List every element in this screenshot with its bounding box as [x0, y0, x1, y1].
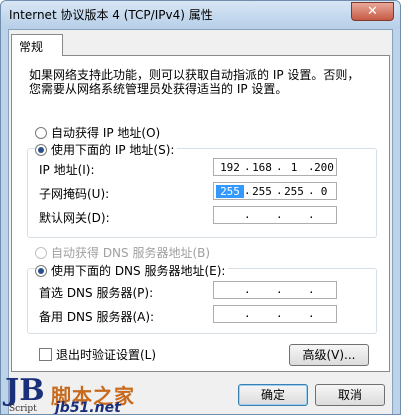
- manual-dns-radio[interactable]: 使用下面的 DNS 服务器地址(E):: [35, 262, 229, 279]
- properties-dialog: Internet 协议版本 4 (TCP/IPv4) 属性 ✕ 常规 如果网络支…: [0, 0, 401, 415]
- advanced-button[interactable]: 高级(V)...: [289, 344, 369, 366]
- auto-dns-label: 自动获得 DNS 服务器地址(B): [51, 246, 211, 260]
- preferred-dns-label: 首选 DNS 服务器(P):: [39, 286, 154, 300]
- validate-on-exit-label: 退出时验证设置(L): [56, 348, 157, 362]
- radio-circle: [35, 247, 47, 259]
- subnet-mask-label: 子网掩码(U):: [39, 187, 110, 201]
- ip-octet-2[interactable]: 168: [248, 161, 276, 174]
- ip-address-label: IP 地址(I):: [39, 163, 95, 177]
- octet-dot: .: [276, 283, 283, 296]
- radio-circle-selected: [35, 144, 47, 156]
- auto-dns-radio[interactable]: 自动获得 DNS 服务器地址(B): [35, 244, 210, 261]
- validate-on-exit-checkbox[interactable]: 退出时验证设置(L): [39, 346, 156, 363]
- watermark-url: jb51.net: [55, 400, 121, 415]
- ok-button[interactable]: 确定: [238, 384, 308, 406]
- ip-octet-1[interactable]: 192: [216, 161, 244, 174]
- alternate-dns-input[interactable]: . . .: [213, 305, 337, 323]
- ip-octet-3[interactable]: 1: [280, 161, 308, 174]
- intro-line-1: 如果网络支持此功能，则可以获取自动指派的 IP 设置。否则，: [29, 68, 360, 82]
- site-watermark: JB Script 脚本之家 jb51.net: [1, 374, 171, 415]
- octet-dot: .: [308, 208, 315, 221]
- intro-text: 如果网络支持此功能，则可以获取自动指派的 IP 设置。否则， 您需要从网络系统管…: [29, 68, 374, 96]
- radio-circle: [35, 127, 47, 139]
- ip-address-input[interactable]: 192 . 168 . 1 . 200: [213, 158, 337, 176]
- intro-line-2: 您需要从网络系统管理员处获得适当的 IP 设置。: [29, 82, 288, 96]
- checkbox-box: [39, 348, 52, 361]
- octet-dot: .: [244, 208, 251, 221]
- octet-dot: .: [308, 283, 315, 296]
- watermark-logo: JB: [5, 373, 45, 408]
- dialog-client-area: 常规 如果网络支持此功能，则可以获取自动指派的 IP 设置。否则， 您需要从网络…: [8, 29, 393, 414]
- default-gateway-input[interactable]: . . .: [213, 206, 337, 224]
- auto-ip-radio[interactable]: 自动获得 IP 地址(O): [35, 124, 160, 141]
- octet-dot: .: [244, 307, 251, 320]
- watermark-script-text: Script: [9, 404, 37, 414]
- preferred-dns-input[interactable]: . . .: [213, 281, 337, 299]
- octet-dot: .: [276, 208, 283, 221]
- default-gateway-label: 默认网关(D):: [39, 211, 110, 225]
- manual-ip-label: 使用下面的 IP 地址(S):: [51, 143, 175, 157]
- manual-ip-radio[interactable]: 使用下面的 IP 地址(S):: [35, 141, 178, 158]
- radio-circle-selected: [35, 265, 47, 277]
- cancel-button[interactable]: 取消: [315, 384, 385, 406]
- subnet-mask-input[interactable]: 255 . 255 . 255 . 0: [213, 182, 337, 200]
- octet-dot: .: [276, 307, 283, 320]
- octet-dot: .: [244, 283, 251, 296]
- tab-general[interactable]: 常规: [11, 34, 63, 56]
- mask-octet-2[interactable]: 255: [248, 185, 276, 198]
- window-title: Internet 协议版本 4 (TCP/IPv4) 属性: [9, 8, 213, 22]
- ip-octet-4[interactable]: 200: [310, 161, 338, 174]
- mask-octet-4[interactable]: 0: [310, 185, 338, 198]
- alternate-dns-label: 备用 DNS 服务器(A):: [39, 310, 155, 324]
- title-bar[interactable]: Internet 协议版本 4 (TCP/IPv4) 属性 ✕: [1, 1, 400, 29]
- close-button[interactable]: ✕: [351, 2, 394, 21]
- auto-ip-label: 自动获得 IP 地址(O): [51, 126, 161, 140]
- manual-dns-label: 使用下面的 DNS 服务器地址(E):: [51, 264, 226, 278]
- mask-octet-3[interactable]: 255: [280, 185, 308, 198]
- octet-dot: .: [308, 307, 315, 320]
- mask-octet-1[interactable]: 255: [216, 185, 244, 198]
